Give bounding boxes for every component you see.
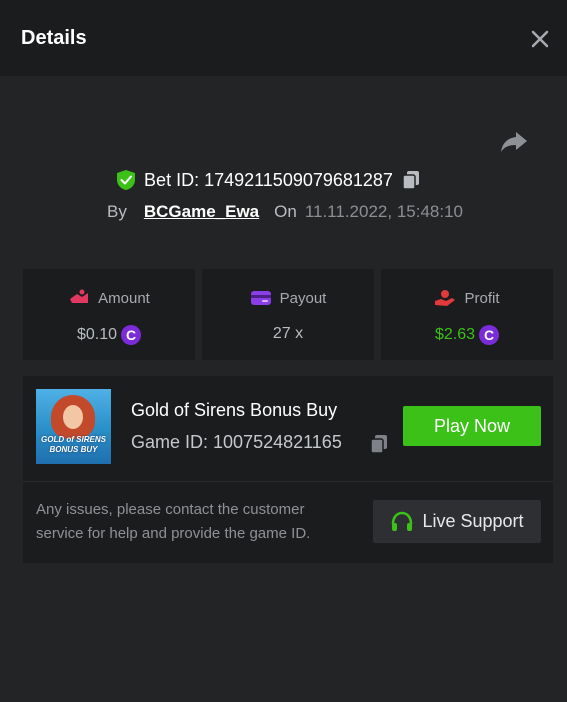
verified-shield-icon — [117, 170, 136, 190]
support-note: Any issues, please contact the customer … — [36, 501, 311, 542]
divider — [23, 481, 553, 482]
copy-icon[interactable] — [369, 434, 389, 454]
coin-icon: C — [479, 325, 500, 345]
share-icon[interactable] — [500, 130, 528, 154]
payout-card: Payout 27 x — [202, 269, 374, 360]
money-hand-icon — [70, 289, 89, 303]
thumbnail-logo-line1: GOLD of SIRENS — [41, 435, 106, 444]
profit-hand-icon — [435, 290, 456, 306]
game-thumbnail[interactable]: GOLD of SIRENS BONUS BUY — [36, 389, 111, 464]
header: Details — [0, 0, 567, 76]
amount-label: Amount — [98, 289, 150, 307]
payout-value-row: 27 x — [202, 325, 374, 343]
bet-byline: By BCGame_Ewa On 11.11.2022, 15:48:10 — [107, 201, 463, 223]
bet-id-line: Bet ID: 1749211509079681287 — [0, 168, 567, 192]
payout-value: 27 x — [272, 325, 304, 342]
username-link[interactable]: BCGame_Ewa — [144, 202, 259, 222]
amount-card: Amount $0.10 C — [23, 269, 195, 360]
bet-date: 11.11.2022, 15:48:10 — [304, 202, 463, 221]
profit-card: Profit $2.63 C — [381, 269, 553, 360]
payout-label: Payout — [279, 289, 327, 307]
profit-value-row: $2.63 C — [381, 325, 553, 345]
profit-label-row: Profit — [381, 289, 553, 307]
game-panel: GOLD of SIRENS BONUS BUY Gold of Sirens … — [23, 376, 553, 563]
bet-id: Bet ID: 1749211509079681287 — [144, 169, 393, 190]
amount-value-row: $0.10 C — [23, 325, 195, 345]
amount-label-row: Amount — [23, 289, 195, 307]
headset-icon — [392, 511, 413, 531]
coin-icon: C — [121, 325, 142, 345]
amount-value: $0.10 — [76, 326, 118, 343]
siren-face — [63, 405, 83, 429]
payout-label-row: Payout — [202, 289, 374, 307]
thumbnail-logo-line2: BONUS BUY — [49, 445, 98, 454]
game-id: Game ID: 1007524821165 — [131, 432, 342, 452]
close-icon[interactable] — [529, 28, 551, 50]
wallet-icon — [250, 291, 271, 305]
on-label: On — [274, 202, 297, 221]
page-title: Details — [21, 27, 87, 49]
profit-label: Profit — [464, 289, 500, 307]
live-support-label: Live Support — [422, 511, 524, 531]
play-now-button[interactable]: Play Now — [403, 406, 541, 446]
live-support-button[interactable]: Live Support — [373, 500, 541, 543]
by-label: By — [107, 202, 127, 221]
copy-icon[interactable] — [401, 170, 421, 190]
profit-value: $2.63 — [434, 326, 476, 343]
game-name[interactable]: Gold of Sirens Bonus Buy — [131, 400, 337, 421]
